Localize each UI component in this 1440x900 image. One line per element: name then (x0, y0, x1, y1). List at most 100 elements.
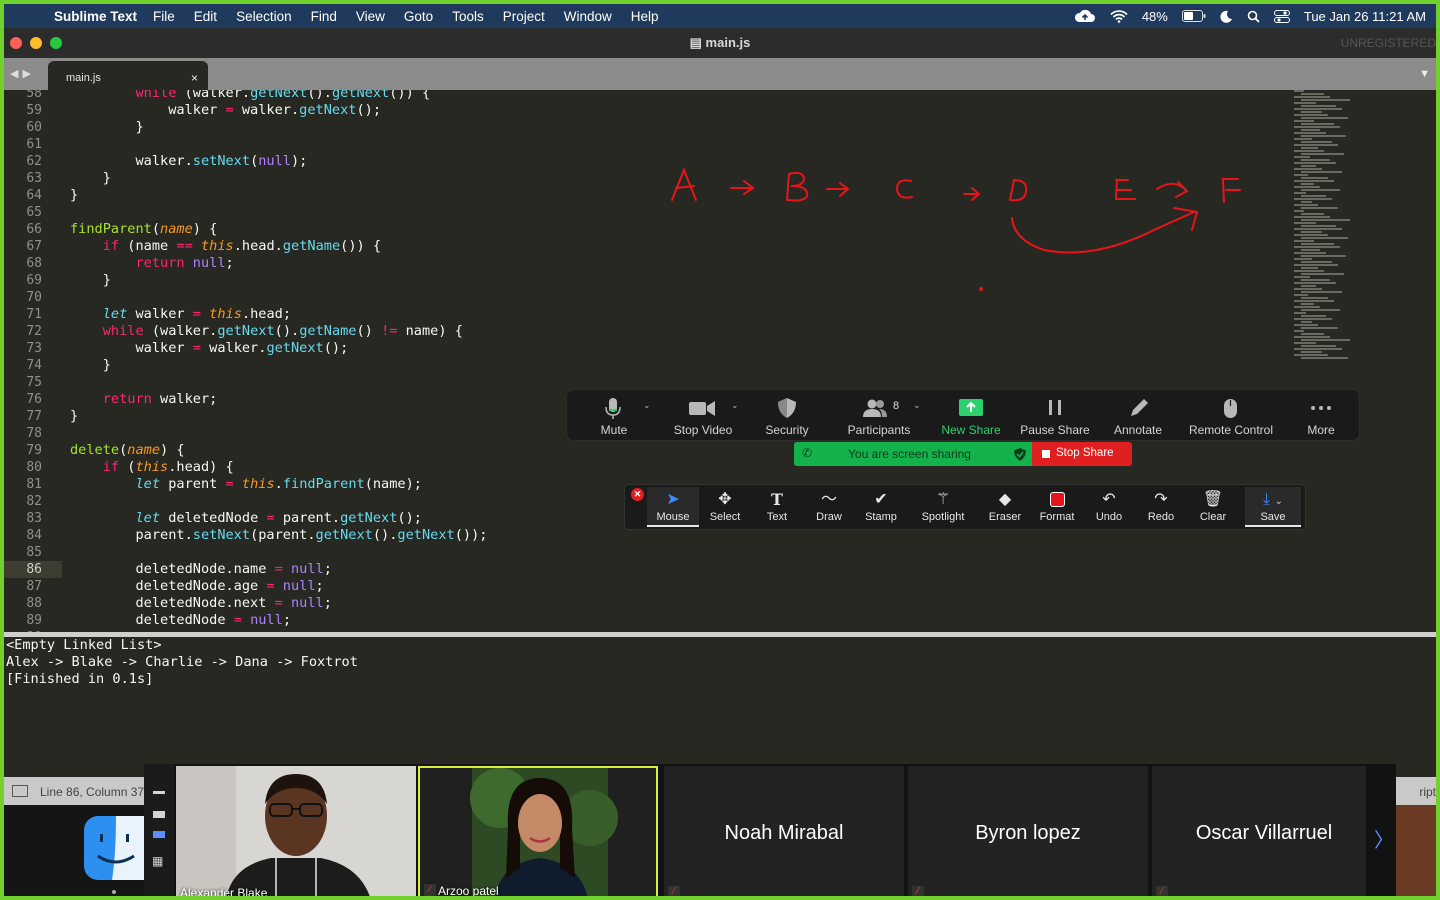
video-options-chevron-icon[interactable]: ⌄ (731, 400, 739, 411)
participant-tile[interactable]: Alexander Blake (176, 766, 416, 900)
participant-count: 8 (893, 400, 900, 412)
save-download-icon: ⤓ ⌄ (1263, 491, 1283, 508)
participant-name: Arzoo patel (438, 884, 499, 898)
stop-share-button[interactable]: Stop Share (1032, 442, 1132, 466)
syntax-selector[interactable]: ript (1419, 785, 1436, 799)
mute-button[interactable]: ⌄ Mute (569, 390, 659, 442)
app-menu[interactable]: Sublime Text (54, 9, 137, 24)
tab-main-js[interactable]: main.js × (48, 61, 208, 90)
save-options-chevron-icon[interactable]: ⌄ (1275, 496, 1283, 507)
redo-icon: ↷ (1154, 491, 1168, 508)
finder-icon[interactable] (76, 804, 148, 899)
gallery-grid-icon[interactable]: ▦ (152, 854, 163, 868)
mouse-tool-button[interactable]: ➤ Mouse (647, 487, 699, 527)
search-icon[interactable] (1247, 10, 1260, 23)
window-title: ▤ main.js (689, 35, 751, 50)
gallery-next-arrow-icon[interactable]: 〉 (1374, 824, 1394, 853)
undo-icon: ↶ (1102, 491, 1116, 508)
participant-tile-active[interactable]: ⁄ Arzoo patel (418, 766, 658, 898)
draw-tool-button[interactable]: 〜 Draw (803, 487, 855, 527)
select-tool-button[interactable]: ✥ Select (699, 487, 751, 527)
menu-window[interactable]: Window (564, 9, 612, 24)
drawn-arrow (1156, 181, 1189, 198)
minimize-gallery-icon[interactable] (153, 791, 165, 794)
drawn-letter-e (1115, 179, 1136, 200)
pause-icon (1049, 400, 1061, 415)
new-share-button[interactable]: New Share (929, 390, 1013, 442)
clear-button[interactable]: 🗑 Clear (1187, 487, 1239, 527)
muted-mic-icon: ⁄ (912, 886, 924, 896)
participant-name: Alexander Blake (180, 886, 268, 900)
drawn-letter-b (786, 171, 809, 202)
participants-button[interactable]: 8 ⌄ Participants (829, 390, 929, 442)
battery-icon[interactable] (1181, 10, 1206, 22)
more-dots-icon (1311, 406, 1331, 410)
pause-share-button[interactable]: Pause Share (1013, 390, 1097, 442)
menu-project[interactable]: Project (503, 9, 545, 24)
spotlight-tool-button[interactable]: ⚚ Spotlight (913, 487, 973, 527)
screen-frame: Sublime Text File Edit Selection Find Vi… (0, 0, 1440, 900)
remote-control-button[interactable]: Remote Control (1179, 390, 1283, 442)
muted-mic-icon: ⁄ (668, 886, 680, 896)
window-title-bar: ▤ main.js UNREGISTERED (4, 28, 1436, 58)
participant-tile[interactable]: Noah Mirabal ⁄ (664, 766, 904, 896)
close-annotation-icon[interactable]: ✕ (631, 488, 644, 501)
redo-button[interactable]: ↷ Redo (1135, 487, 1187, 527)
menu-help[interactable]: Help (631, 9, 659, 24)
clock[interactable]: Tue Jan 26 11:21 AM (1304, 9, 1426, 24)
video-gallery: ▦ Alexander Blake ⁄ Arzoo patel Noah Mir… (144, 764, 1396, 900)
participant-tile[interactable]: Byron lopez ⁄ (908, 766, 1148, 896)
speaker-view-icon[interactable] (153, 811, 165, 818)
tab-nav-arrows-icon[interactable]: ◀▶ (10, 67, 35, 80)
participants-options-chevron-icon[interactable]: ⌄ (913, 400, 921, 411)
menu-bar: Sublime Text File Edit Selection Find Vi… (4, 4, 1436, 28)
undo-button[interactable]: ↶ Undo (1083, 487, 1135, 527)
text-tool-button[interactable]: T Text (751, 487, 803, 527)
participant-name: Byron lopez (975, 822, 1081, 844)
code-editor[interactable]: 58 59 60 61 62 63 64 65 66 67 68 69 70 71 72 73 74 75 76 77… (4, 90, 1436, 632)
tab-close-icon[interactable]: × (191, 71, 198, 85)
moon-icon[interactable] (1220, 10, 1233, 23)
screen-sharing-banner: ✆ You are screen sharing Stop Share (794, 442, 1134, 466)
menu-find[interactable]: Find (311, 9, 337, 24)
drawn-arrow (826, 182, 850, 197)
phone-icon: ✆ (802, 446, 813, 460)
annotation-toolbar: ✕ ➤ Mouse ✥ Select T Text 〜 Draw ✔ Stamp… (624, 484, 1306, 530)
magic-wand-icon: ⚚ (935, 491, 951, 508)
checkmark-icon: ✔ (874, 491, 888, 508)
menu-selection[interactable]: Selection (236, 9, 292, 24)
participant-video (420, 768, 656, 896)
wifi-icon[interactable] (1110, 9, 1128, 23)
format-tool-button[interactable]: Format (1031, 487, 1083, 527)
muted-mic-icon: ⁄ (424, 884, 436, 896)
strip-view-icon[interactable] (153, 831, 165, 838)
dock-app-icon[interactable] (1394, 805, 1436, 896)
save-button[interactable]: ⤓ ⌄ Save (1245, 487, 1301, 527)
drawn-arrow (963, 187, 981, 201)
panel-toggle-icon[interactable] (12, 785, 28, 797)
tab-dropdown-icon[interactable]: ▼ (1419, 68, 1430, 80)
cloud-icon[interactable] (1074, 9, 1096, 23)
stop-video-button[interactable]: ⌄ Stop Video (659, 390, 747, 442)
stamp-tool-button[interactable]: ✔ Stamp (855, 487, 907, 527)
annotate-button[interactable]: Annotate (1097, 390, 1179, 442)
control-center-icon[interactable] (1273, 9, 1290, 23)
participant-tile[interactable]: Oscar Villarruel ⁄ (1152, 766, 1366, 896)
more-button[interactable]: More (1283, 390, 1359, 442)
menu-goto[interactable]: Goto (404, 9, 433, 24)
pencil-icon (1131, 399, 1148, 416)
eraser-tool-button[interactable]: ◆ Eraser (979, 487, 1031, 527)
shield-icon (778, 398, 796, 418)
share-screen-icon (959, 399, 983, 416)
menu-file[interactable]: File (153, 9, 175, 24)
menu-tools[interactable]: Tools (452, 9, 484, 24)
squiggle-icon: 〜 (820, 491, 837, 508)
cursor-arrow-icon: ➤ (666, 491, 680, 508)
security-button[interactable]: Security (747, 390, 827, 442)
unregistered-label: UNREGISTERED (1340, 36, 1436, 50)
menu-edit[interactable]: Edit (194, 9, 217, 24)
participant-name: Oscar Villarruel (1195, 822, 1333, 844)
drawn-letter-f (1221, 178, 1241, 203)
mute-options-chevron-icon[interactable]: ⌄ (643, 400, 651, 411)
menu-view[interactable]: View (356, 9, 385, 24)
